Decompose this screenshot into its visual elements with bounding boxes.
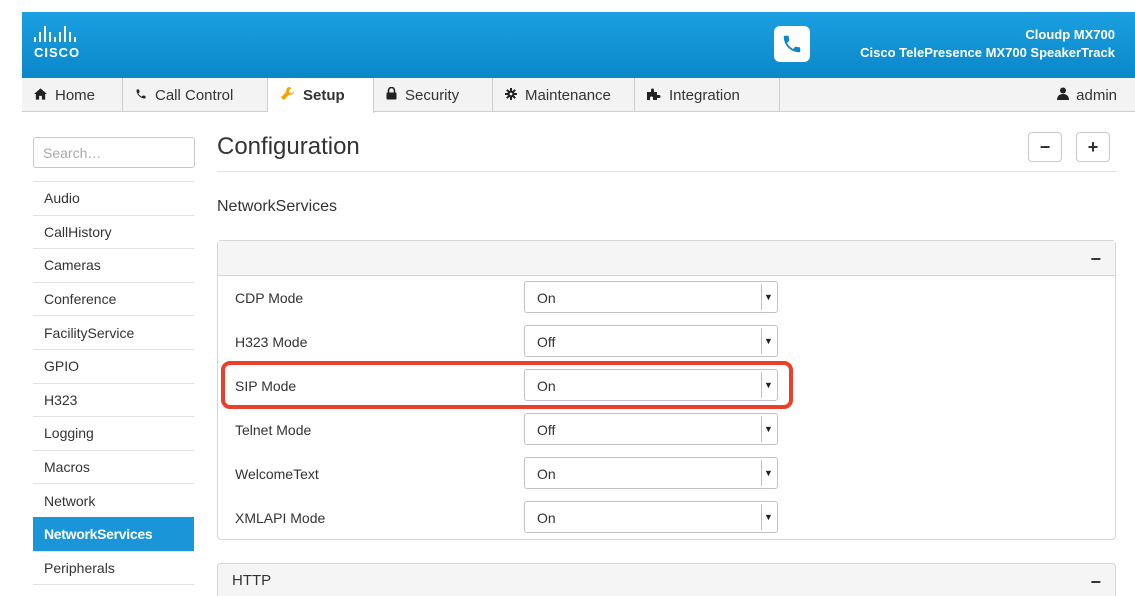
- panel-header: −: [218, 241, 1115, 276]
- phone-icon: [135, 88, 147, 103]
- select-value: Off: [537, 422, 556, 438]
- expand-all-button[interactable]: +: [1076, 132, 1110, 162]
- setting-label: CDP Mode: [235, 290, 304, 306]
- http-panel-collapse-button[interactable]: −: [1090, 572, 1101, 593]
- nav-integration-label: Integration: [669, 86, 740, 104]
- main-nav: Home Call Control Setup Security Mainten…: [22, 78, 1135, 113]
- setting-row-cdp-mode: CDP Mode On ▼: [218, 276, 1115, 320]
- sidebar: Audio CallHistory Cameras Conference Fac…: [33, 181, 194, 596]
- header-bar: CISCO Cloudp MX700 Cisco TelePresence MX…: [22, 12, 1135, 78]
- user-menu[interactable]: admin: [1057, 78, 1117, 112]
- sidebar-item-callhistory[interactable]: CallHistory: [33, 214, 194, 249]
- dropdown-arrow-icon: ▼: [761, 504, 775, 530]
- dropdown-arrow-icon: ▼: [761, 284, 775, 310]
- setting-label: XMLAPI Mode: [235, 510, 326, 526]
- title-divider: [217, 171, 1116, 172]
- phone-icon[interactable]: [774, 26, 810, 62]
- nav-home-label: Home: [55, 86, 96, 104]
- welcometext-select[interactable]: On ▼: [524, 457, 778, 489]
- sidebar-item-conference[interactable]: Conference: [33, 281, 194, 316]
- setting-row-h323-mode: H323 Mode Off ▼: [218, 320, 1115, 364]
- section-title: NetworkServices: [217, 198, 338, 215]
- setting-row-xmlapi-mode: XMLAPI Mode On ▼: [218, 496, 1115, 540]
- device-info: Cloudp MX700 Cisco TelePresence MX700 Sp…: [860, 26, 1115, 62]
- puzzle-icon: [647, 88, 661, 103]
- sidebar-item-network[interactable]: Network: [33, 483, 194, 517]
- sidebar-search-input[interactable]: [33, 137, 195, 168]
- home-icon: [34, 87, 47, 103]
- sidebar-item-phonebook[interactable]: Phonebook: [33, 584, 194, 596]
- h323-mode-select[interactable]: Off ▼: [524, 325, 778, 357]
- sidebar-item-h323[interactable]: H323: [33, 382, 194, 417]
- user-icon: [1057, 87, 1070, 104]
- nav-call-control-label: Call Control: [155, 86, 234, 104]
- device-name: Cloudp MX700: [1025, 27, 1115, 42]
- http-panel-title: HTTP: [232, 572, 272, 589]
- sidebar-item-logging[interactable]: Logging: [33, 416, 194, 450]
- lock-icon: [386, 86, 397, 103]
- setting-row-telnet-mode: Telnet Mode Off ▼: [218, 408, 1115, 452]
- page-title: Configuration: [217, 133, 360, 160]
- sidebar-item-networkservices[interactable]: NetworkServices: [33, 516, 194, 551]
- cisco-logo-text: CISCO: [34, 45, 81, 60]
- nav-integration[interactable]: Integration: [635, 78, 780, 112]
- sidebar-item-audio[interactable]: Audio: [33, 181, 194, 215]
- nav-home[interactable]: Home: [22, 78, 123, 112]
- select-value: On: [537, 510, 556, 526]
- telnet-mode-select[interactable]: Off ▼: [524, 413, 778, 445]
- nav-security-label: Security: [405, 86, 460, 104]
- cisco-logo-bars: [34, 26, 80, 42]
- nav-setup[interactable]: Setup: [268, 78, 374, 113]
- dropdown-arrow-icon: ▼: [761, 416, 775, 442]
- sidebar-item-peripherals[interactable]: Peripherals: [33, 550, 194, 585]
- gear-icon: [505, 87, 517, 103]
- nav-security[interactable]: Security: [374, 78, 493, 112]
- device-model: Cisco TelePresence MX700 SpeakerTrack: [860, 45, 1115, 60]
- user-name: admin: [1076, 86, 1117, 104]
- xmlapi-mode-select[interactable]: On ▼: [524, 501, 778, 533]
- setting-row-welcometext: WelcomeText On ▼: [218, 452, 1115, 496]
- cisco-logo: CISCO: [34, 26, 80, 60]
- setting-label: WelcomeText: [235, 466, 319, 482]
- wrench-icon: [280, 86, 295, 105]
- select-value: Off: [537, 334, 556, 350]
- setting-label: Telnet Mode: [235, 422, 312, 438]
- select-value: On: [537, 466, 556, 482]
- sidebar-item-cameras[interactable]: Cameras: [33, 248, 194, 282]
- nav-maintenance[interactable]: Maintenance: [493, 78, 635, 112]
- dropdown-arrow-icon: ▼: [761, 460, 775, 486]
- nav-call-control[interactable]: Call Control: [123, 78, 268, 112]
- sidebar-item-facilityservice[interactable]: FacilityService: [33, 315, 194, 349]
- panel-collapse-button[interactable]: −: [1090, 249, 1101, 270]
- cdp-mode-select[interactable]: On ▼: [524, 281, 778, 313]
- sidebar-item-macros[interactable]: Macros: [33, 449, 194, 484]
- sidebar-item-gpio[interactable]: GPIO: [33, 348, 194, 383]
- setting-label: H323 Mode: [235, 334, 308, 350]
- http-panel: HTTP −: [217, 563, 1116, 596]
- nav-maintenance-label: Maintenance: [525, 86, 611, 104]
- dropdown-arrow-icon: ▼: [761, 328, 775, 354]
- nav-setup-label: Setup: [303, 87, 345, 104]
- select-value: On: [537, 290, 556, 306]
- collapse-all-button[interactable]: −: [1028, 132, 1062, 162]
- sip-mode-highlight: [221, 361, 793, 409]
